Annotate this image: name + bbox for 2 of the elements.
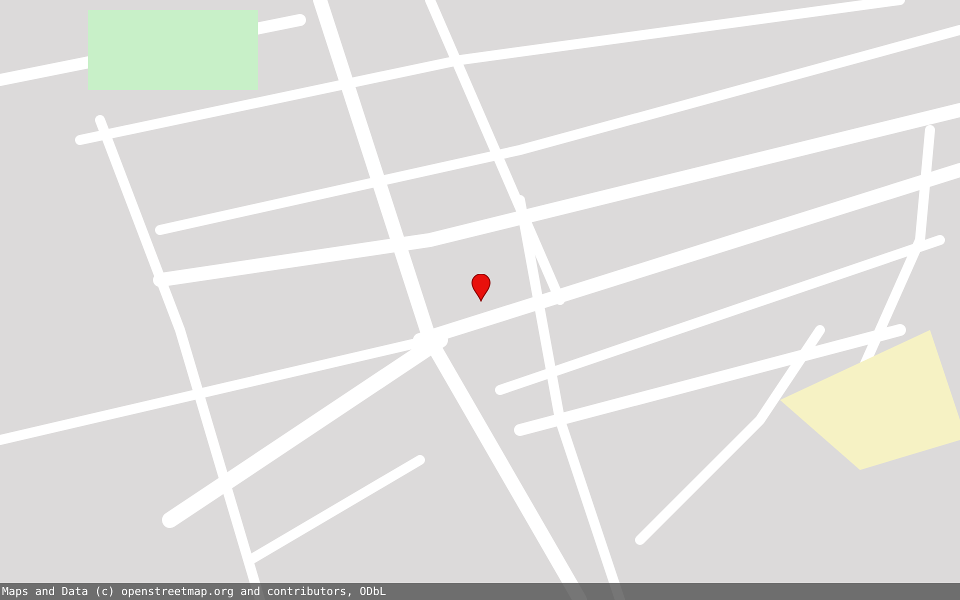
map-marker-icon: [471, 274, 491, 302]
map-attribution: Maps and Data (c) openstreetmap.org and contributors, ODbL: [0, 583, 960, 600]
